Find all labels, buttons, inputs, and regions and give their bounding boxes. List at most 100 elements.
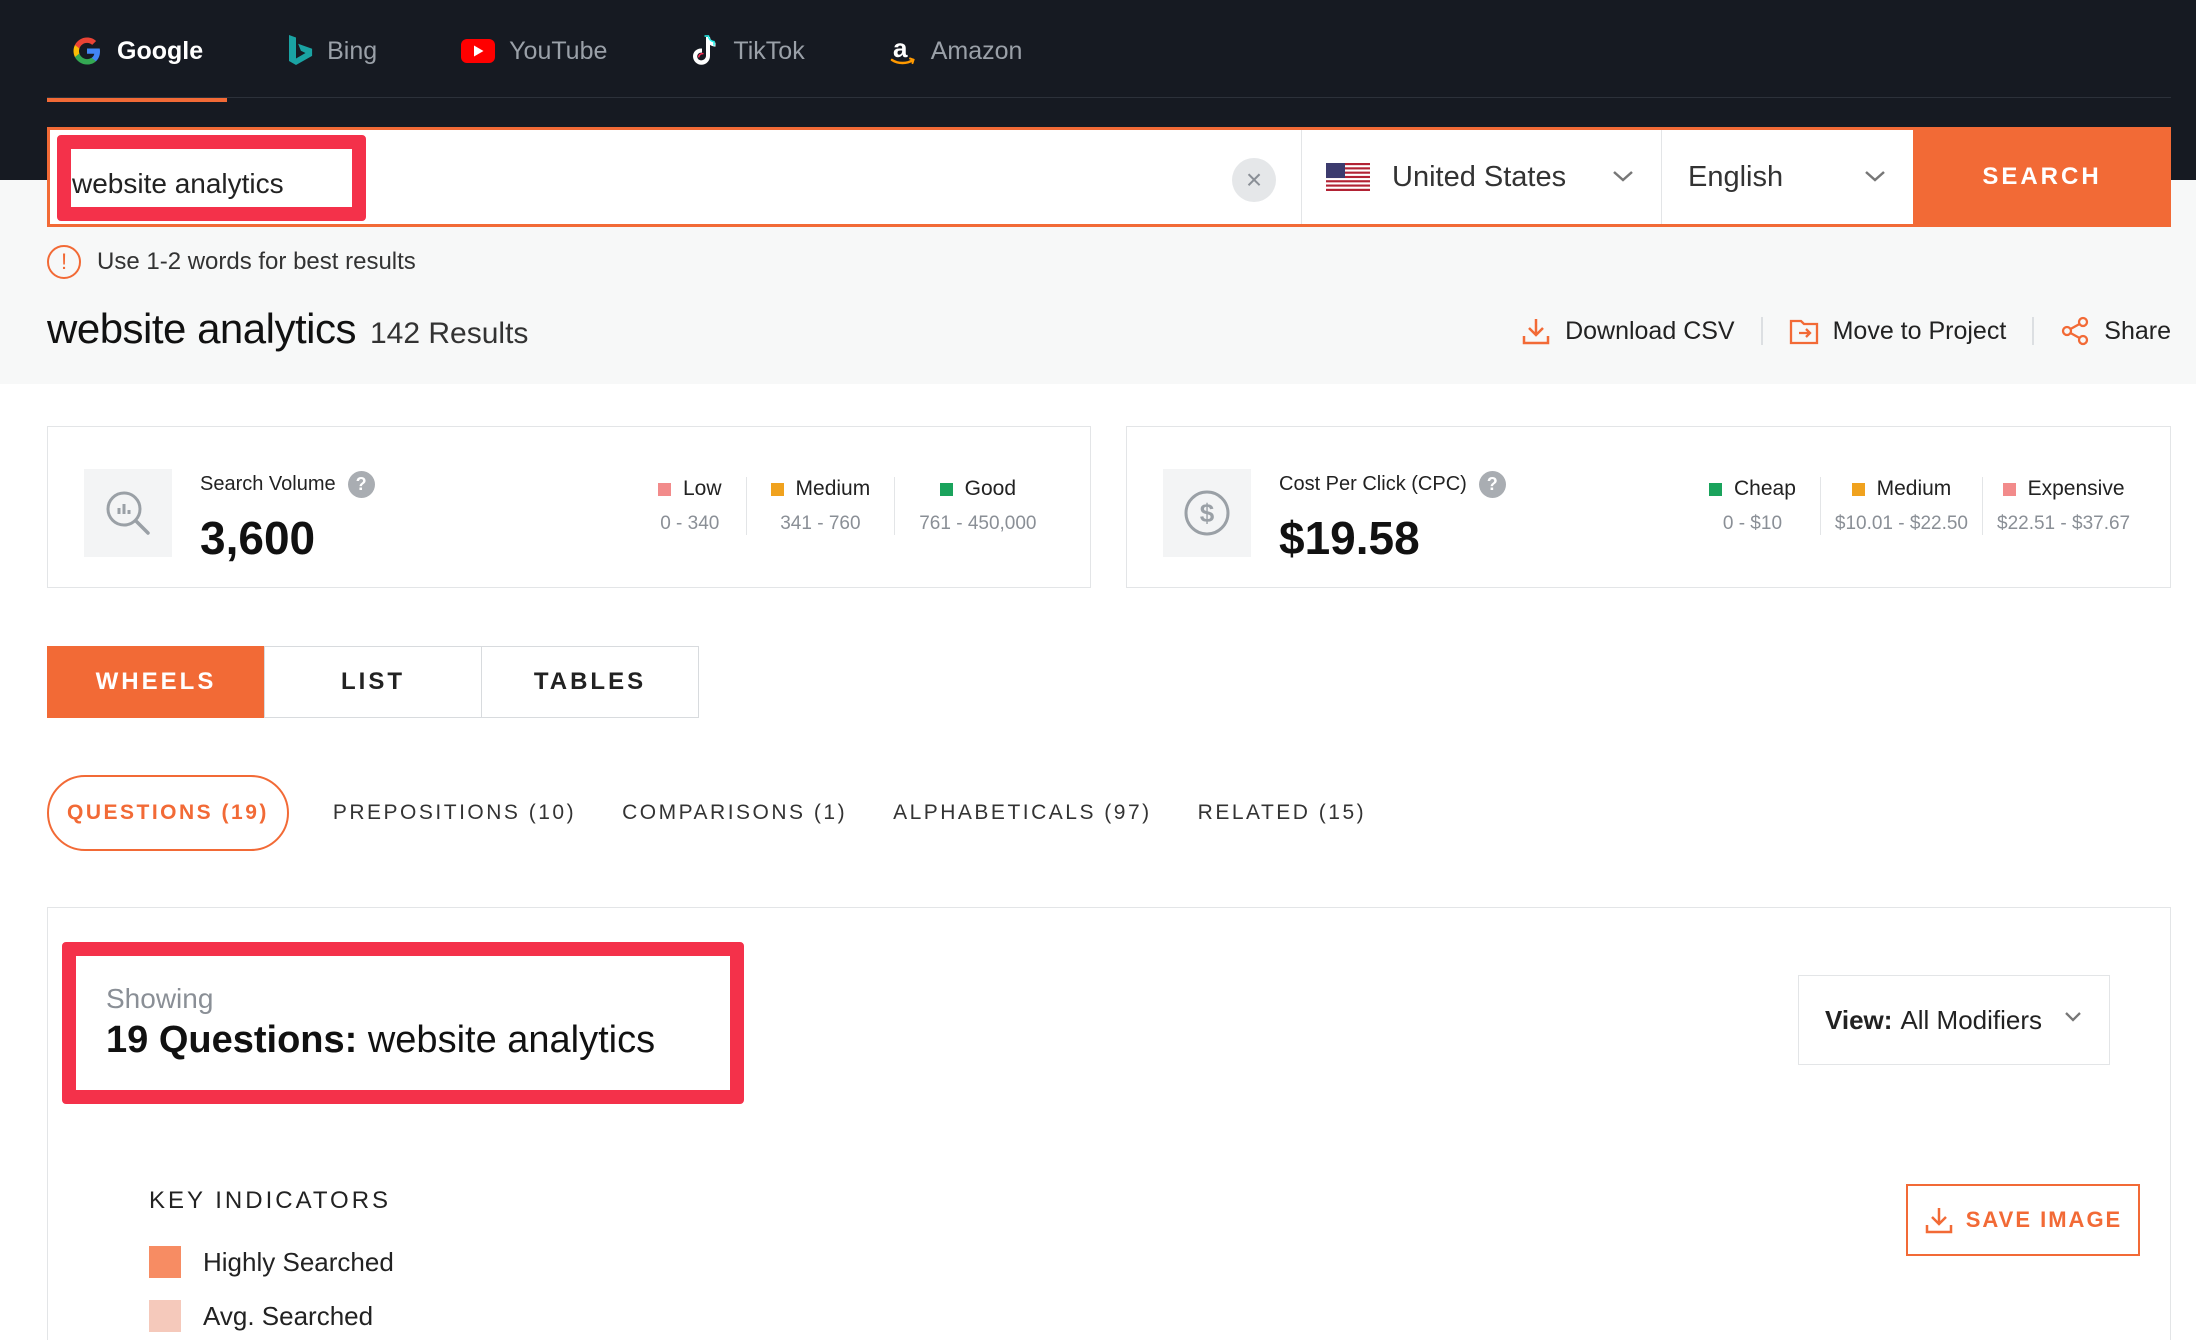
cpc-legend: Cheap 0 - $10 Medium $10.01 - $22.50 Exp… <box>1685 477 2144 535</box>
legend-expensive: Expensive $22.51 - $37.67 <box>1982 477 2144 535</box>
action-divider <box>1760 317 1763 345</box>
showing-title: 19 Questions: website analytics <box>106 1019 655 1062</box>
legend-name: Medium <box>795 477 871 500</box>
view-dropdown-value: All Modifiers <box>1900 1004 2043 1035</box>
svg-text:$: $ <box>1200 498 1215 528</box>
tab-bing-label: Bing <box>327 36 378 65</box>
cpc-label: Cost Per Click (CPC) ? <box>1279 471 1506 498</box>
legend-range: 341 - 760 <box>780 513 861 534</box>
tab-amazon-label: Amazon <box>930 36 1023 65</box>
country-select-value: United States <box>1392 160 1567 193</box>
view-tables-button[interactable]: TABLES <box>481 646 699 718</box>
language-select[interactable]: English <box>1661 130 1913 224</box>
legend-swatch <box>2002 482 2016 496</box>
results-keyword: website analytics <box>47 305 356 352</box>
share-label: Share <box>2104 316 2171 345</box>
legend-swatch <box>1851 482 1865 496</box>
cpc-title: Cost Per Click (CPC) <box>1279 473 1467 495</box>
clear-search-button[interactable]: × <box>1232 158 1276 202</box>
search-volume-icon-box <box>84 469 172 557</box>
key-item-avg-searched: Avg. Searched <box>149 1300 373 1332</box>
tab-related[interactable]: RELATED (15) <box>1198 801 1366 825</box>
share-button[interactable]: Share <box>2060 316 2171 346</box>
cpc-card: $ Cost Per Click (CPC) ? $19.58 Cheap 0 … <box>1126 426 2171 588</box>
results-title: website analytics 142 Results <box>47 305 528 353</box>
tab-google[interactable]: Google <box>47 0 228 102</box>
key-item-highly-searched: Highly Searched <box>149 1246 394 1278</box>
tab-amazon[interactable]: a Amazon <box>865 0 1047 102</box>
view-modifiers-dropdown[interactable]: View: All Modifiers <box>1798 975 2110 1065</box>
search-hint-text: Use 1-2 words for best results <box>97 248 416 275</box>
help-icon[interactable]: ? <box>347 471 375 498</box>
action-divider <box>2032 317 2035 345</box>
legend-name: Cheap <box>1734 477 1796 500</box>
amazon-icon: a <box>890 35 915 65</box>
legend-swatch <box>770 482 784 496</box>
youtube-icon <box>461 39 496 63</box>
tab-google-label: Google <box>117 36 204 65</box>
legend-range: 0 - $10 <box>1722 513 1783 534</box>
search-bar: × United States English SEARCH <box>47 127 2171 227</box>
share-icon <box>2062 316 2089 346</box>
tab-alphabeticals[interactable]: ALPHABETICALS (97) <box>893 801 1152 825</box>
tab-questions[interactable]: QUESTIONS (19) <box>47 775 289 851</box>
legend-low: Low 0 - 340 <box>634 477 746 535</box>
legend-swatch <box>939 482 953 496</box>
view-wheels-button[interactable]: WHEELS <box>47 646 265 718</box>
svg-text:a: a <box>893 35 908 63</box>
cpc-value: $19.58 <box>1279 512 1420 564</box>
tab-tiktok-label: TikTok <box>733 36 805 65</box>
search-volume-card: Search Volume ? 3,600 Low 0 - 340 Medium… <box>47 426 1091 588</box>
key-label: Highly Searched <box>203 1246 394 1277</box>
us-flag-icon <box>1326 163 1370 191</box>
download-csv-label: Download CSV <box>1565 316 1735 345</box>
search-hint: ! Use 1-2 words for best results <box>47 245 416 279</box>
legend-range: 0 - 340 <box>660 513 720 534</box>
results-count: 142 Results <box>369 317 529 350</box>
tab-bing[interactable]: Bing <box>263 0 401 102</box>
legend-name: Good <box>964 477 1017 500</box>
folder-move-icon <box>1789 319 1818 345</box>
category-tabs: QUESTIONS (19) PREPOSITIONS (10) COMPARI… <box>47 775 1412 851</box>
download-icon <box>1925 1208 1952 1234</box>
key-swatch <box>149 1300 181 1332</box>
country-select[interactable]: United States <box>1301 130 1661 224</box>
view-dropdown-label: View: <box>1825 1004 1893 1035</box>
search-button[interactable]: SEARCH <box>1913 127 2171 227</box>
tab-youtube-label: YouTube <box>509 36 608 65</box>
save-image-label: SAVE IMAGE <box>1965 1207 2123 1232</box>
warning-icon: ! <box>47 245 81 279</box>
search-volume-value: 3,600 <box>200 512 316 564</box>
dollar-icon: $ <box>1184 490 1230 536</box>
language-select-value: English <box>1688 160 1784 193</box>
chevron-down-icon <box>2065 1012 2081 1022</box>
move-to-project-button[interactable]: Move to Project <box>1789 317 2006 346</box>
save-image-button[interactable]: SAVE IMAGE <box>1906 1184 2140 1256</box>
legend-name: Expensive <box>2027 477 2125 500</box>
search-volume-title: Search Volume <box>200 473 336 495</box>
header-divider <box>47 97 2171 98</box>
download-csv-button[interactable]: Download CSV <box>1521 316 1735 346</box>
view-list-button[interactable]: LIST <box>264 646 482 718</box>
tab-youtube[interactable]: YouTube <box>437 0 631 102</box>
showing-title-keyword: website analytics <box>357 1019 656 1061</box>
chevron-down-icon <box>1865 171 1885 182</box>
tab-comparisons[interactable]: COMPARISONS (1) <box>622 801 847 825</box>
legend-medium: Medium $10.01 - $22.50 <box>1819 477 1982 535</box>
legend-swatch <box>1709 482 1722 496</box>
tab-prepositions[interactable]: PREPOSITIONS (10) <box>333 801 576 825</box>
search-input[interactable] <box>72 161 342 207</box>
magnifier-chart-icon <box>106 491 150 535</box>
legend-medium: Medium 341 - 760 <box>745 477 895 535</box>
legend-swatch <box>658 482 671 496</box>
tab-tiktok[interactable]: TikTok <box>667 0 828 102</box>
legend-range: 761 - 450,000 <box>919 513 1037 534</box>
legend-range: $10.01 - $22.50 <box>1834 513 1969 534</box>
key-swatch <box>149 1246 181 1278</box>
bing-icon <box>289 35 313 65</box>
key-indicators-title: KEY INDICATORS <box>149 1187 392 1214</box>
legend-name: Low <box>683 477 722 500</box>
search-volume-label: Search Volume ? <box>200 471 375 498</box>
results-actions: Download CSV Move to Project Share <box>1521 316 2171 346</box>
help-icon[interactable]: ? <box>1478 471 1506 498</box>
